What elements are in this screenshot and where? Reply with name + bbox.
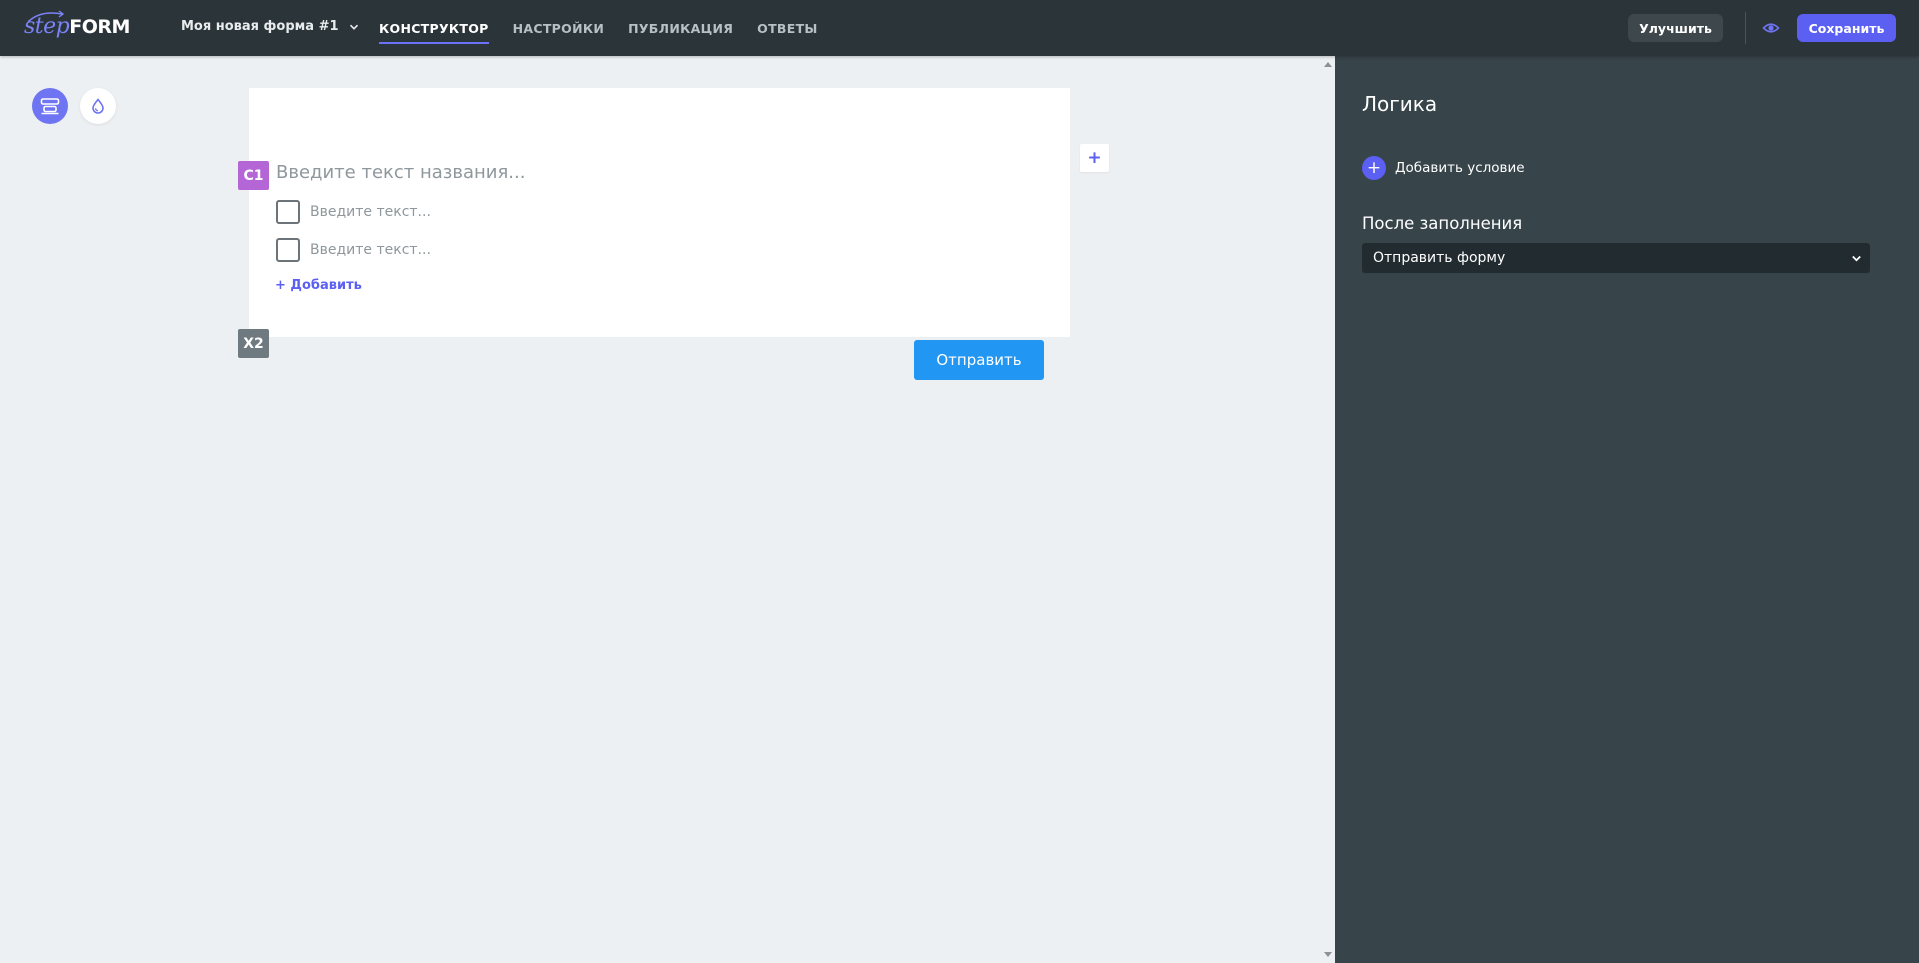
plus-circle-icon: + (1362, 156, 1386, 180)
form-title: Моя новая форма #1 (181, 19, 339, 34)
after-fill-selected-value: Отправить форму (1373, 250, 1506, 266)
question-title-input[interactable]: Введите текст названия... (276, 162, 525, 183)
scroll-down-arrow-icon[interactable] (1324, 952, 1332, 957)
top-bar: step FORM Моя новая форма #1 КОНСТРУКТОР… (0, 0, 1919, 56)
after-fill-title: После заполнения (1362, 214, 1523, 233)
add-condition-label: Добавить условие (1395, 160, 1525, 176)
tab-answers[interactable]: ОТВЕТЫ (757, 0, 818, 56)
layout-toggle-button[interactable] (32, 88, 68, 124)
option-checkbox[interactable] (276, 200, 300, 224)
save-button[interactable]: Сохранить (1797, 14, 1896, 42)
after-fill-select[interactable]: Отправить форму (1362, 243, 1870, 273)
scroll-up-arrow-icon[interactable] (1324, 62, 1332, 67)
add-condition-button[interactable]: + Добавить условие (1362, 156, 1525, 180)
tab-publication[interactable]: ПУБЛИКАЦИЯ (628, 0, 733, 56)
submit-button[interactable]: Отправить (914, 340, 1044, 380)
question-badge[interactable]: C1 (238, 161, 269, 190)
logo-arc-icon (27, 10, 65, 23)
main-tabs: КОНСТРУКТОР НАСТРОЙКИ ПУБЛИКАЦИЯ ОТВЕТЫ (379, 0, 842, 56)
option-row: Введите текст... (276, 238, 431, 262)
add-option-link[interactable]: + Добавить (275, 278, 362, 293)
layout-icon (40, 98, 60, 115)
logic-panel: Логика + Добавить условие После заполнен… (1335, 56, 1919, 963)
canvas-scrollbar[interactable] (1320, 56, 1335, 963)
add-block-button[interactable]: + (1080, 144, 1109, 172)
drop-icon (92, 98, 104, 114)
option-checkbox[interactable] (276, 238, 300, 262)
form-title-dropdown[interactable]: Моя новая форма #1 (181, 19, 359, 34)
logo-form-text: FORM (69, 16, 130, 38)
option-row: Введите текст... (276, 200, 431, 224)
theme-button[interactable] (80, 88, 116, 124)
option-text-input[interactable]: Введите текст... (310, 242, 431, 258)
preview-eye-icon[interactable] (1762, 19, 1780, 37)
stepform-logo[interactable]: step FORM (24, 10, 130, 42)
end-badge[interactable]: X2 (238, 329, 269, 358)
tab-settings[interactable]: НАСТРОЙКИ (513, 0, 604, 56)
toolbar-divider (1745, 12, 1746, 44)
chevron-down-icon (1852, 255, 1861, 262)
improve-button[interactable]: Улучшить (1628, 14, 1723, 42)
chevron-down-icon (349, 24, 358, 30)
tab-constructor[interactable]: КОНСТРУКТОР (379, 0, 489, 56)
panel-title: Логика (1362, 92, 1438, 116)
option-text-input[interactable]: Введите текст... (310, 204, 431, 220)
